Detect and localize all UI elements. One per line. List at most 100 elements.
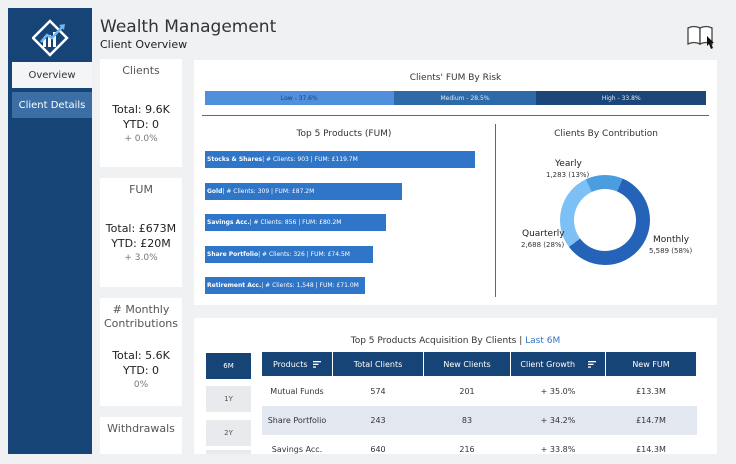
product-bar-detail: | # Clients: 903 | FUM: £119.7M [262,156,358,163]
period-label: 6M [223,362,234,370]
period-label: 1Y [224,395,233,403]
risk-segment-high[interactable]: High - 33.8% [536,91,706,105]
kpi-ytd: YTD: £20M [111,237,171,250]
donut-value-yearly: 1,283 (13%) [546,171,590,179]
cell-new-clients: 216 [459,445,475,454]
kpi-ytd: YTD: 0 [122,118,160,131]
sidebar-item-label: Overview [28,69,76,81]
sort-icon[interactable] [587,360,596,368]
donut-label-yearly: Yearly [555,159,582,169]
cell-total-clients: 574 [370,387,386,396]
product-bar-detail: | # Clients: 309 | FUM: £87.2M [222,187,315,195]
kpi-card-clients: Clients Total: 9.6K YTD: 0 + 0.0% [100,59,182,167]
donut-slice-yearly[interactable] [585,175,623,193]
kpi-change: + 0.0% [124,134,158,144]
cell-total-clients: 243 [332,406,424,435]
sidebar-item-label: Client Details [18,99,86,111]
contribution-title: Clients By Contribution [554,129,658,139]
chart-logo-icon [32,19,69,57]
cell-product: Share Portfolio [261,406,333,435]
kpi-title: # Monthly Contributions [103,303,179,330]
product-bar[interactable]: Share Portfolio | # Clients: 326 | FUM: … [205,245,374,263]
cell-client-growth: + 34.2% [510,406,606,435]
product-bar-detail: | # Clients: 856 | FUM: £80.2M [249,219,342,226]
sidebar-item-client-details[interactable]: Client Details [12,92,92,118]
period-highlight: Last 6M [525,336,561,346]
kpi-title: Clients [122,64,160,77]
column-header-products[interactable]: Products [261,351,333,377]
kpi-total: Total: £673M [105,222,177,235]
product-bar-name: Stocks & Shares [207,156,263,163]
product-bar-detail: | # Clients: 326 | FUM: £74.5M [258,250,350,258]
acquisition-title-text: Top 5 Products Acquisition By Clients [350,336,517,346]
page-title: Wealth Management [100,17,277,37]
column-header-total-clients[interactable]: Total Clients [332,351,424,377]
product-bar[interactable]: Gold | # Clients: 309 | FUM: £87.2M [205,182,402,200]
acquisition-table: Products Total Clients New Clients Clien… [261,351,697,464]
product-bar[interactable]: Stocks & Shares | # Clients: 903 | FUM: … [205,151,475,168]
column-label: Total Clients [353,359,403,369]
period-button-2y[interactable]: 2Y [206,420,251,446]
sidebar-item-overview[interactable]: Overview [12,62,92,88]
product-bar-name: Gold [207,187,223,195]
period-button-6m[interactable]: 6M [206,353,251,379]
cell-product: Mutual Funds [270,387,324,396]
column-header-new-clients[interactable]: New Clients [423,351,511,377]
page-subtitle: Client Overview [100,38,188,51]
period-button-1y[interactable]: 1Y [206,386,251,412]
title-separator: | [516,336,526,346]
kpi-change: + 3.0% [124,253,158,263]
period-label: 2Y [224,429,233,437]
risk-segment-medium[interactable]: Medium - 28.5% [393,91,537,105]
book-pointer-icon[interactable] [686,24,716,50]
column-label: New Clients [443,359,491,369]
table-header-row: Products Total Clients New Clients Clien… [261,351,697,377]
column-label: Products [272,359,308,369]
cell-client-growth: + 33.8% [540,445,576,454]
donut-slice-quarterly[interactable] [560,179,593,247]
column-header-client-growth[interactable]: Client Growth [510,351,606,377]
kpi-title: Withdrawals [107,422,175,435]
risk-segment-low[interactable]: Low - 37.6% [205,91,394,105]
cell-new-fum: £14.7M [605,406,697,435]
donut-label-quarterly: Quarterly [522,229,565,239]
table-row[interactable]: Savings Acc. 640 216 + 33.8% £14.3M [262,435,697,464]
product-bar[interactable]: Savings Acc. | # Clients: 856 | FUM: £80… [205,214,386,231]
table-row[interactable]: Share Portfolio 243 83 + 34.2% £14.7M [261,406,697,435]
kpi-card-fum: FUM Total: £673M YTD: £20M + 3.0% [100,178,182,287]
kpi-total: Total: 9.6K [112,103,170,116]
kpi-ytd: YTD: 0 [122,364,160,377]
column-header-new-fum[interactable]: New FUM [605,351,697,377]
top-products-title: Top 5 Products (FUM) [296,129,392,139]
donut-value-monthly: 5,589 (58%) [649,247,693,255]
cell-new-fum: £14.3M [636,445,666,454]
product-bar-name: Savings Acc. [207,219,250,226]
product-bar-name: Share Portfolio [207,250,259,258]
risk-chart-title: Clients' FUM By Risk [409,73,502,83]
divider [495,124,496,297]
kpi-change: 0% [133,380,149,390]
contribution-donut [560,175,650,265]
kpi-title: FUM [129,183,153,196]
donut-label-monthly: Monthly [653,235,690,245]
acquisition-title: Top 5 Products Acquisition By Clients | … [194,336,717,346]
sort-icon[interactable] [313,360,322,368]
divider [202,115,709,116]
cell-client-growth: + 35.0% [540,387,576,396]
kpi-card-monthly-contributions: # Monthly Contributions Total: 5.6K YTD:… [100,298,182,406]
column-label: Client Growth [520,359,576,369]
kpi-card-withdrawals: Withdrawals [100,417,182,454]
product-bar-name: Retirement Acc. [207,282,262,289]
cell-new-fum: £13.3M [636,387,666,396]
cell-new-clients: 201 [459,387,475,396]
column-label: New FUM [632,359,670,369]
cell-total-clients: 640 [370,445,386,454]
table-row[interactable]: Mutual Funds 574 201 + 35.0% £13.3M [262,377,697,407]
donut-value-quarterly: 2,688 (28%) [521,241,565,249]
cell-new-clients: 83 [423,406,511,435]
product-bar[interactable]: Retirement Acc. | # Clients: 1,548 | FUM… [205,277,366,294]
period-button-partial[interactable] [206,450,251,454]
product-bar-detail: | # Clients: 1,548 | FUM: £71.0M [261,282,359,289]
cell-product: Savings Acc. [271,445,323,454]
kpi-total: Total: 5.6K [112,349,170,362]
